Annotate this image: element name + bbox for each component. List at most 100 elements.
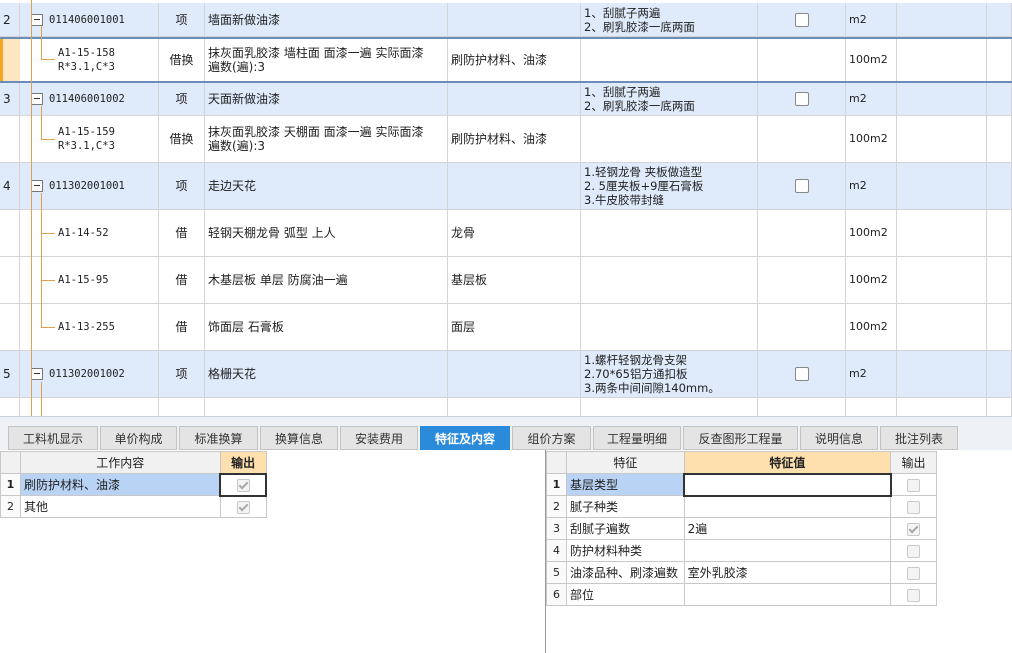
empty-cell[interactable] [758, 39, 846, 81]
extra-cell[interactable] [987, 304, 1012, 350]
tab-description[interactable]: 说明信息 [800, 426, 878, 450]
tab-features-content[interactable]: 特征及内容 [420, 426, 510, 450]
tab-quantity-detail[interactable]: 工程量明细 [593, 426, 681, 450]
feature-cell[interactable]: 刮腻子遍数 [565, 517, 685, 540]
collapse-icon[interactable] [31, 93, 43, 105]
table-row[interactable]: 3 刮腻子遍数 2遍 [546, 517, 937, 540]
item-name[interactable]: 格栅天花 [205, 351, 448, 397]
quantity-cell[interactable] [897, 398, 987, 416]
sub-content[interactable]: 基层板 [448, 257, 581, 303]
output-checkbox[interactable] [907, 478, 921, 492]
output-checkbox[interactable] [236, 478, 250, 492]
item-features[interactable]: 1、刮腻子两遍 2、刷乳胶漆一底两面 [581, 83, 758, 115]
tab-pricing-plan[interactable]: 组价方案 [512, 426, 591, 450]
item-name[interactable]: 走边天花 [205, 163, 448, 209]
extra-cell[interactable] [987, 39, 1012, 81]
collapse-icon[interactable] [31, 368, 43, 380]
table-row[interactable]: A1-15-159 R*3.1,C*3 借换 抹灰面乳胶漆 天棚面 面漆一遍 实际… [0, 116, 1012, 163]
extra-cell[interactable] [987, 351, 1012, 397]
sub-features[interactable] [581, 116, 758, 162]
empty-cell[interactable] [758, 398, 846, 416]
output-checkbox-cell[interactable] [890, 539, 937, 562]
item-content[interactable] [448, 351, 581, 397]
quantity-cell[interactable] [897, 163, 987, 209]
sub-content[interactable]: 面层 [448, 304, 581, 350]
output-checkbox[interactable] [794, 179, 809, 193]
feature-cell[interactable]: 防护材料种类 [565, 539, 685, 562]
output-checkbox[interactable] [907, 544, 921, 558]
table-row-selected[interactable]: 1 刷防护材料、油漆 [0, 472, 267, 497]
table-row[interactable]: 4 防护材料种类 [546, 539, 937, 562]
output-checkbox[interactable] [236, 500, 250, 514]
sub-content[interactable]: 刷防护材料、油漆 [448, 116, 581, 162]
table-row-partial[interactable] [0, 398, 1012, 416]
item-features[interactable]: 1.螺杆轻钢龙骨支架 2.70*65铝方通扣板 3.两条中间间隙140mm。 [581, 351, 758, 397]
sub-name[interactable] [205, 398, 448, 416]
output-checkbox-cell[interactable] [758, 3, 846, 36]
work-content-cell[interactable]: 刷防护材料、油漆 [19, 473, 221, 496]
output-checkbox[interactable] [907, 566, 921, 580]
output-checkbox-cell[interactable] [890, 561, 937, 584]
output-checkbox-cell[interactable] [890, 583, 937, 606]
output-checkbox-cell[interactable] [890, 495, 937, 518]
sub-name[interactable]: 轻钢天棚龙骨 弧型 上人 [205, 210, 448, 256]
extra-cell[interactable] [987, 3, 1012, 36]
item-content[interactable] [448, 3, 581, 36]
quantity-cell[interactable] [897, 210, 987, 256]
feature-value-cell[interactable] [683, 539, 892, 562]
quantity-cell[interactable] [897, 83, 987, 115]
table-row[interactable]: 5 011302001002 项 格栅天花 1.螺杆轻钢龙骨支架 2.70*65铝… [0, 351, 1012, 398]
table-row[interactable]: 2 其他 [0, 495, 267, 518]
output-checkbox[interactable] [794, 12, 809, 27]
sub-content[interactable]: 龙骨 [448, 210, 581, 256]
tab-standard-conversion[interactable]: 标准换算 [179, 426, 258, 450]
empty-cell[interactable] [758, 304, 846, 350]
output-checkbox-cell[interactable] [219, 495, 267, 518]
tab-annotations[interactable]: 批注列表 [880, 426, 958, 450]
tab-conversion-info[interactable]: 换算信息 [260, 426, 338, 450]
extra-cell[interactable] [987, 257, 1012, 303]
extra-cell[interactable] [987, 116, 1012, 162]
tab-labor-machine[interactable]: 工料机显示 [8, 426, 98, 450]
item-name[interactable]: 天面新做油漆 [205, 83, 448, 115]
output-checkbox-cell[interactable] [758, 351, 846, 397]
feature-cell[interactable]: 腻子种类 [565, 495, 685, 518]
table-row[interactable]: A1-13-255 借 饰面层 石膏板 面层 100m2 [0, 304, 1012, 351]
output-checkbox[interactable] [907, 522, 921, 536]
extra-cell[interactable] [987, 210, 1012, 256]
output-checkbox-cell[interactable] [758, 163, 846, 209]
extra-cell[interactable] [987, 83, 1012, 115]
output-checkbox-cell[interactable] [758, 83, 846, 115]
sub-features[interactable] [581, 257, 758, 303]
item-features[interactable]: 1.轻钢龙骨 夹板做造型 2. 5厘夹板+9厘石膏板 3.牛皮胶带封缝 [581, 163, 758, 209]
item-features[interactable]: 1、刮腻子两遍 2、刷乳胶漆一底两面 [581, 3, 758, 36]
table-row[interactable]: 2 011406001001 项 墙面新做油漆 1、刮腻子两遍 2、刷乳胶漆一底两… [0, 3, 1012, 37]
table-row[interactable]: 2 腻子种类 [546, 495, 937, 518]
output-checkbox[interactable] [794, 367, 809, 381]
quantity-cell[interactable] [897, 3, 987, 36]
quantity-cell[interactable] [897, 304, 987, 350]
table-row-selected[interactable]: 1 基层类型 [546, 472, 937, 497]
tab-reverse-graphic-quantity[interactable]: 反查图形工程量 [683, 426, 798, 450]
feature-value-input[interactable] [683, 472, 892, 497]
sub-features[interactable] [581, 304, 758, 350]
item-name[interactable]: 墙面新做油漆 [205, 3, 448, 36]
tab-install-fee[interactable]: 安装费用 [340, 426, 418, 450]
sub-content[interactable] [448, 398, 581, 416]
item-content[interactable] [448, 83, 581, 115]
feature-cell[interactable]: 油漆品种、刷漆遍数 [565, 561, 685, 584]
work-content-cell[interactable]: 其他 [19, 495, 221, 518]
output-checkbox-cell[interactable] [890, 517, 937, 540]
quantity-cell[interactable] [897, 116, 987, 162]
output-checkbox-cell[interactable] [219, 472, 267, 497]
extra-cell[interactable] [987, 398, 1012, 416]
table-row-selected[interactable]: A1-15-158 R*3.1,C*3 借换 抹灰面乳胶漆 墙柱面 面漆一遍 实际… [0, 37, 1012, 83]
sub-name[interactable]: 木基层板 单层 防腐油一遍 [205, 257, 448, 303]
quantity-cell[interactable] [897, 351, 987, 397]
sub-features[interactable] [581, 210, 758, 256]
quantity-cell[interactable] [897, 39, 987, 81]
feature-value-cell[interactable] [683, 495, 892, 518]
tab-unit-price[interactable]: 单价构成 [100, 426, 177, 450]
sub-features[interactable] [581, 39, 758, 81]
output-checkbox[interactable] [907, 588, 921, 602]
